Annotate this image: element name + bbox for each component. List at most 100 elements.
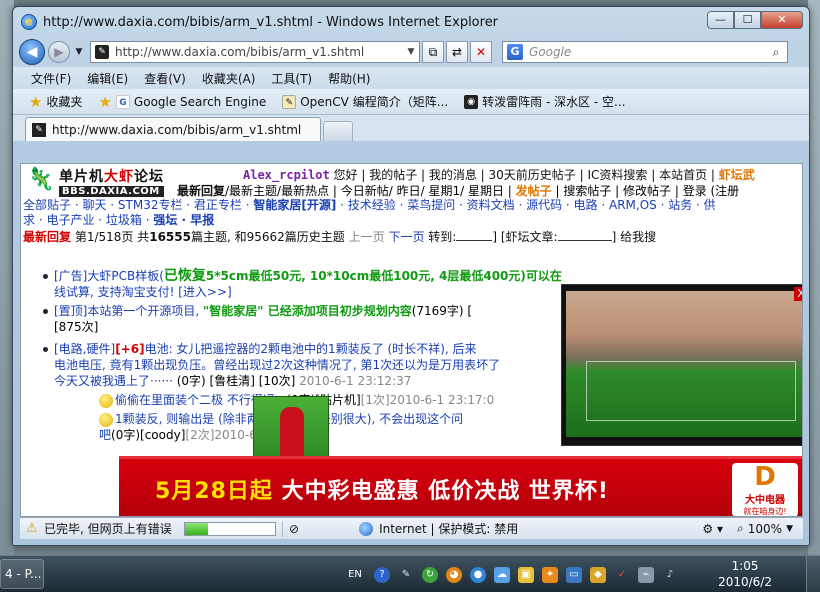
protected-mode-icon[interactable]: ⚙ ▾	[702, 522, 723, 536]
minimize-button[interactable]: —	[707, 11, 734, 29]
reply-title-cont[interactable]: 吧	[99, 428, 111, 442]
post-title[interactable]: [置顶]本站第一个开源项目,	[54, 304, 203, 318]
search-input[interactable]: Google	[529, 45, 765, 59]
post-title[interactable]: [广告]大虾PCB样板(	[54, 269, 164, 283]
reply-meta: (0字)[coody]	[111, 428, 186, 442]
back-button[interactable]: ◀	[19, 39, 45, 65]
topic-links-bold[interactable]: 强坛 · 早报	[153, 213, 214, 227]
post-highlight: 已恢复	[163, 268, 206, 284]
speaker-icon[interactable]: ♪	[662, 567, 678, 583]
forum-nav-links[interactable]: /最新主题/最新热点 | 今日新帖/ 昨日/ 星期1/ 星期日 |	[225, 184, 516, 198]
monitor-icon[interactable]: ▭	[566, 566, 582, 583]
pen-icon[interactable]: ✎	[398, 567, 414, 583]
latest-replies-link[interactable]: 最新回复	[177, 184, 225, 198]
search-icon[interactable]: ⌕	[765, 45, 787, 60]
popup-blocker-icon[interactable]: ⊘	[289, 522, 299, 536]
zoom-control[interactable]: ⚙ ▾ ⌕ 100% ▼	[702, 521, 793, 536]
topic-links[interactable]: 全部贴子 · 聊天 · STM32专栏 · 君正专栏 ·	[23, 198, 253, 212]
menu-favorites[interactable]: 收藏夹(A)	[202, 70, 256, 87]
page-info: 篇主题, 和95662篇历史主题	[190, 230, 349, 244]
window-title: http://www.daxia.com/bibis/arm_v1.shtml …	[43, 14, 499, 30]
stop-button[interactable]: ✕	[470, 41, 492, 63]
taskbar-item[interactable]: 4 - P...	[0, 559, 44, 589]
favorites-button[interactable]: ★ 收藏夹	[29, 93, 82, 111]
post-title-cont[interactable]: 今天又被我遇上了······	[54, 374, 173, 388]
topic-links[interactable]: 求 · 电子产业 · 垃圾箱 ·	[23, 213, 153, 227]
post-title-cont[interactable]: 电池电压, 竟有1颗出现负压。曾经出现过2次这种情况了, 第1次还以为是万用表坏…	[43, 357, 563, 373]
forum-nav-links-tail[interactable]: | 搜索帖子 | 修改帖子 | 登录 (注册	[552, 184, 739, 198]
menu-help[interactable]: 帮助(H)	[328, 70, 370, 87]
new-tab-button[interactable]	[323, 121, 353, 141]
presenter-ad-video[interactable]	[253, 396, 329, 459]
title-bar[interactable]: e http://www.daxia.com/bibis/arm_v1.shtm…	[13, 7, 809, 37]
forum-logo[interactable]: 🦎 单片机大虾论坛 BBS.DAXIA.COM	[23, 166, 171, 197]
chevron-down-icon[interactable]: ▼	[786, 524, 793, 534]
help-icon[interactable]: ?	[374, 566, 390, 583]
post-title[interactable]: 已经添加项目初步规划内容	[264, 304, 412, 318]
tab-active[interactable]: ✎ http://www.daxia.com/bibis/arm_v1.shtm…	[25, 117, 321, 141]
prev-page-link[interactable]: 上一页	[349, 230, 385, 244]
menu-file[interactable]: 文件(F)	[31, 70, 71, 87]
add-favorite-icon[interactable]: ★	[98, 93, 111, 111]
qq-icon[interactable]: ✦	[542, 566, 558, 583]
reply-item[interactable]: 偷偷在里面装个二极 不行得通...(0字)[贴片机][1次]2010-6-1 2…	[99, 392, 563, 408]
reply-item[interactable]: 1颗装反, 则输出是 (除非两节电池电压差别很大), 不会出现这个问 吧(0字)…	[99, 411, 563, 443]
cloud-icon[interactable]: ☁	[494, 566, 510, 583]
banner-ad[interactable]: 5月28日起 大中彩电盛惠 低价决战 世界杯! D 大中电器 就在咱身边!	[119, 456, 802, 516]
user-links[interactable]: 您好 | 我的帖子 | 我的消息 | 30天前历史帖子 | IC资料搜索 | 本…	[330, 168, 719, 182]
goto-page-input[interactable]	[456, 229, 493, 241]
show-desktop-button[interactable]	[806, 556, 820, 592]
username[interactable]: Alex_rcpilot	[243, 168, 330, 182]
forward-button[interactable]: ▶	[48, 41, 70, 63]
clock[interactable]: 1:05 2010/6/2	[718, 558, 772, 590]
reply-title[interactable]: 偷偷在里面装个二极	[115, 393, 223, 407]
menu-tools[interactable]: 工具(T)	[271, 70, 312, 87]
pagination-row: 最新回复 第1/518页 共16555篇主题, 和95662篇历史主题 上一页 …	[23, 229, 657, 244]
close-button[interactable]: ✕	[761, 11, 803, 29]
favorite-item-opencv[interactable]: ✎ OpenCV 编程简介（矩阵...	[282, 93, 448, 110]
topic-categories: 全部贴子 · 聊天 · STM32专栏 · 君正专栏 · 智能家居[开源] · …	[21, 198, 802, 228]
compatibility-view-button[interactable]: ⧉	[422, 41, 444, 63]
network-icon[interactable]: ●	[470, 566, 486, 583]
post-title[interactable]: 电池: 女儿把遥控器的2颗电池中的1颗装反了 (时长不祥), 后来	[145, 342, 477, 356]
address-bar[interactable]: ✎ http://www.daxia.com/bibis/arm_v1.shtm…	[90, 41, 420, 63]
video-ad-popup[interactable]: X	[561, 284, 802, 446]
language-indicator[interactable]: EN	[344, 567, 366, 583]
topic-links[interactable]: · 技术经验 · 菜鸟提问 · 资料文档 · 源代码 · 电路 · ARM,OS…	[336, 198, 716, 212]
search-box[interactable]: G Google ⌕	[502, 41, 788, 63]
list-item[interactable]: [广告]大虾PCB样板(已恢复5*5cm最低50元, 10*10cm最低100元…	[43, 268, 563, 300]
folder-icon[interactable]: ▣	[518, 566, 534, 583]
forum-name-link[interactable]: 虾坛武	[719, 168, 755, 182]
new-post-link[interactable]: 发帖子	[516, 184, 552, 198]
list-item[interactable]: [电路,硬件][+6]电池: 女儿把遥控器的2颗电池中的1颗装反了 (时长不祥)…	[43, 341, 563, 389]
recent-pages-dropdown[interactable]: ▼	[72, 47, 86, 57]
post-title-cont[interactable]: 线试算, 支持淘宝支付! [进入>>]	[43, 284, 563, 300]
favorite-item-blog[interactable]: ◉ 转泼雷阵雨 - 深水区 - 空...	[464, 93, 626, 110]
refresh-button[interactable]: ⇄	[446, 41, 468, 63]
globe-icon	[359, 521, 374, 536]
shield-icon[interactable]: ◆	[590, 566, 606, 583]
topic-smart-home[interactable]: 智能家居[开源]	[253, 198, 336, 212]
article-search-input[interactable]	[557, 229, 612, 241]
usb-icon[interactable]: ⌁	[638, 566, 654, 583]
maximize-button[interactable]: ☐	[734, 11, 761, 29]
warning-icon[interactable]: ⚠	[26, 521, 40, 536]
reply-title[interactable]: 1颗装反, 则输出是	[115, 412, 214, 426]
menu-edit[interactable]: 编辑(E)	[87, 70, 128, 87]
search-button[interactable]: 给我搜	[620, 230, 656, 244]
antivirus-icon[interactable]: ✓	[614, 567, 630, 583]
security-zone[interactable]: Internet | 保护模式: 禁用	[359, 520, 518, 537]
post-category[interactable]: [电路,硬件]	[54, 342, 115, 356]
refresh-icon[interactable]: ↻	[422, 566, 438, 583]
list-item[interactable]: [置顶]本站第一个开源项目, "智能家居" 已经添加项目初步规划内容(7169字…	[43, 303, 563, 335]
app-icon[interactable]: ◕	[446, 566, 462, 583]
next-page-link[interactable]: 下一页	[388, 230, 424, 244]
address-input[interactable]: http://www.daxia.com/bibis/arm_v1.shtml	[115, 45, 403, 59]
logo-title: 单片机大虾论坛	[59, 169, 164, 185]
address-dropdown-icon[interactable]: ▼	[403, 47, 419, 57]
menu-view[interactable]: 查看(V)	[144, 70, 186, 87]
close-icon[interactable]: X	[794, 287, 802, 301]
favorite-item-google[interactable]: ★ G Google Search Engine	[98, 93, 266, 111]
post-meta: (0字) [鲁桂清] [10次]	[172, 374, 300, 388]
post-title[interactable]: 5*5cm最低50元, 10*10cm最低100元, 4层最低400元)可以在	[206, 269, 562, 283]
